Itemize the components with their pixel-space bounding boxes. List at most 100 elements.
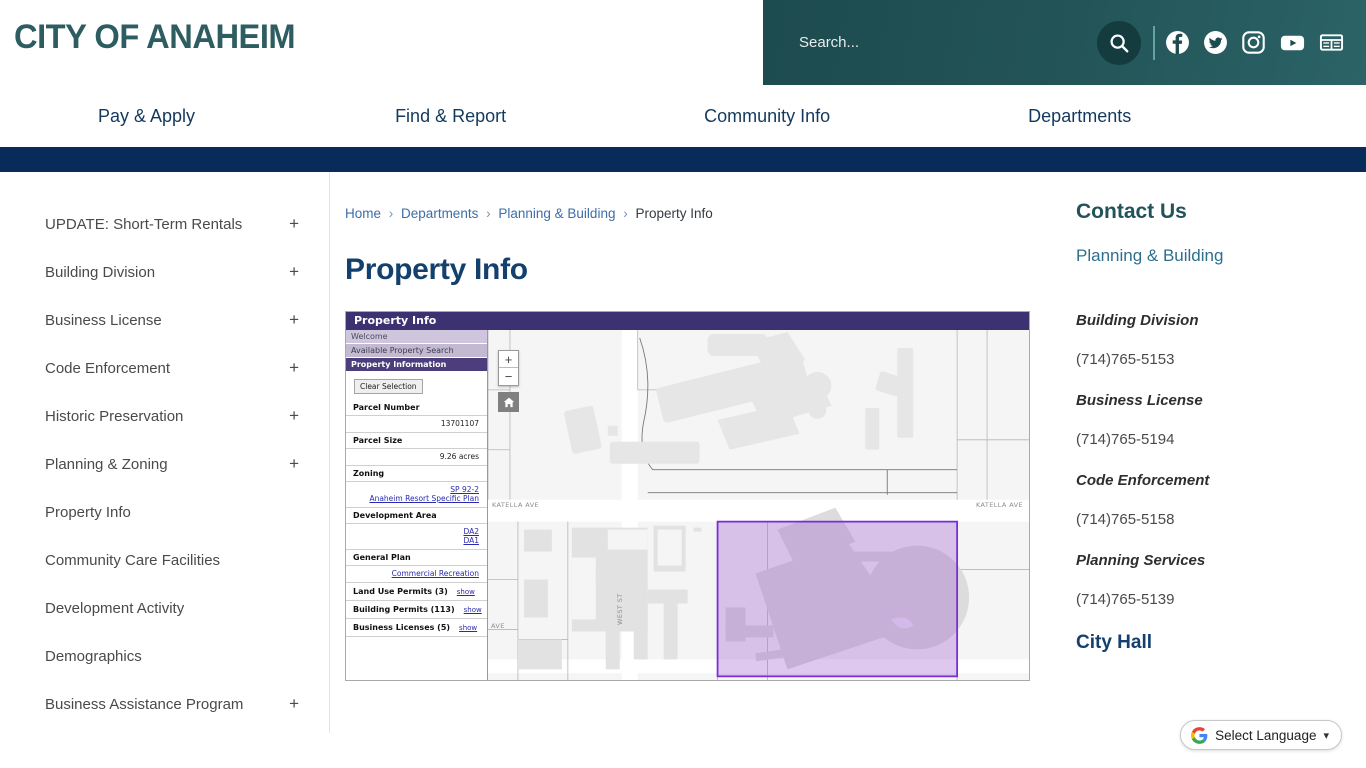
gis-tab-property-information[interactable]: Property Information xyxy=(346,358,487,372)
gis-map-canvas[interactable]: KATELLA AVE KATELLA AVE WEST ST AVE + − xyxy=(488,330,1029,680)
building-permits-row: Building Permits (113) show xyxy=(346,601,487,619)
instagram-link[interactable] xyxy=(1241,30,1266,55)
street-label-katella-ave-right: KATELLA AVE xyxy=(975,501,1023,509)
expand-plus-icon[interactable]: + xyxy=(289,358,313,378)
breadcrumb-home[interactable]: Home xyxy=(345,206,381,221)
parcel-size-label: Parcel Size xyxy=(346,433,487,449)
breadcrumb-separator: › xyxy=(388,206,394,221)
contact-business-license-label: Business License xyxy=(1076,392,1203,409)
twitter-icon xyxy=(1204,31,1227,54)
expand-plus-icon[interactable]: + xyxy=(289,310,313,330)
twitter-link[interactable] xyxy=(1203,30,1228,55)
zoom-in-button[interactable]: + xyxy=(499,351,518,368)
page-body: UPDATE: Short-Term Rentals + Building Di… xyxy=(0,172,1366,733)
language-selector[interactable]: Select Language ▾ xyxy=(1180,720,1342,750)
chevron-down-icon[interactable]: ▾ xyxy=(1323,729,1329,742)
sidebar-item-demographics[interactable]: Demographics xyxy=(0,632,329,680)
nav-item-departments[interactable]: Departments xyxy=(1028,106,1131,127)
business-licenses-label: Business Licenses (5) xyxy=(353,623,451,632)
street-label-ave: AVE xyxy=(491,622,505,630)
gis-info-panel: Welcome Available Property Search Proper… xyxy=(346,330,488,680)
building-permits-show-link[interactable]: show xyxy=(464,606,482,614)
contact-building-division-phone: (714)765-5153 xyxy=(1076,351,1175,368)
zoning-code-link[interactable]: SP 92-2 xyxy=(346,485,479,494)
facebook-link[interactable] xyxy=(1165,30,1190,55)
land-use-permits-label: Land Use Permits (3) xyxy=(353,587,448,596)
land-use-permits-show-link[interactable]: show xyxy=(457,588,475,596)
sidebar-item-label: Property Info xyxy=(45,503,131,521)
home-icon xyxy=(503,397,514,407)
expand-plus-icon[interactable]: + xyxy=(289,694,313,714)
land-use-permits-row: Land Use Permits (3) show xyxy=(346,583,487,601)
sidebar-item-code-enforcement[interactable]: Code Enforcement + xyxy=(0,344,329,392)
breadcrumb-current: Property Info xyxy=(635,206,713,221)
sidebar-item-historic-preservation[interactable]: Historic Preservation + xyxy=(0,392,329,440)
map-home-button[interactable] xyxy=(498,392,519,412)
property-info-gis-widget[interactable]: Property Info Welcome Available Property… xyxy=(345,311,1030,681)
contact-code-enforcement-phone: (714)765-5158 xyxy=(1076,511,1175,528)
parcel-size-value: 9.26 acres xyxy=(346,449,487,466)
nav-item-find-report[interactable]: Find & Report xyxy=(395,106,506,127)
zoning-value: SP 92-2 Anaheim Resort Specific Plan xyxy=(346,482,487,508)
street-label-west-st: WEST ST xyxy=(616,593,624,625)
sidebar-item-label: Business License xyxy=(45,311,162,329)
sidebar-item-planning-zoning[interactable]: Planning & Zoning + xyxy=(0,440,329,488)
nav-accent-bar xyxy=(0,147,1366,172)
expand-plus-icon[interactable]: + xyxy=(289,214,313,234)
breadcrumb-departments[interactable]: Departments xyxy=(401,206,478,221)
sidebar-item-building-division[interactable]: Building Division + xyxy=(0,248,329,296)
sidebar-item-label: Code Enforcement xyxy=(45,359,171,377)
sidebar-item-business-assistance-program[interactable]: Business Assistance Program + xyxy=(0,680,329,728)
sidebar-item-business-license[interactable]: Business License + xyxy=(0,296,329,344)
logo-text: CITY OF ANAHEIM xyxy=(14,18,296,56)
contact-department-link[interactable]: Planning & Building xyxy=(1076,246,1346,266)
city-hall-heading: City Hall xyxy=(1076,632,1153,653)
development-area-link-da1[interactable]: DA1 xyxy=(346,536,479,545)
sidebar-item-community-care-facilities[interactable]: Community Care Facilities xyxy=(0,536,329,584)
sidebar-item-label: Demographics xyxy=(45,647,142,665)
business-licenses-show-link[interactable]: show xyxy=(459,624,477,632)
search-button[interactable] xyxy=(1097,20,1141,65)
google-g-icon xyxy=(1191,726,1208,744)
instagram-icon xyxy=(1242,31,1265,54)
zoning-plan-link[interactable]: Anaheim Resort Specific Plan xyxy=(346,494,479,503)
newsletter-icon xyxy=(1319,34,1344,51)
site-logo[interactable]: CITY OF ANAHEIM xyxy=(0,0,307,57)
sidebar-item-property-info[interactable]: Property Info xyxy=(0,488,329,536)
contact-us-title: Contact Us xyxy=(1076,200,1187,223)
parcel-number-value: 13701107 xyxy=(346,416,487,433)
nav-item-pay-apply[interactable]: Pay & Apply xyxy=(98,106,195,127)
search-box xyxy=(763,33,1097,52)
sidebar-item-development-activity[interactable]: Development Activity xyxy=(0,584,329,632)
clear-selection-button[interactable]: Clear Selection xyxy=(354,379,423,394)
header-search-social-bar xyxy=(763,0,1366,85)
contact-business-license-phone: (714)765-5194 xyxy=(1076,431,1175,448)
sidebar-item-short-term-rentals[interactable]: UPDATE: Short-Term Rentals + xyxy=(0,200,329,248)
gis-tab-available-property-search[interactable]: Available Property Search xyxy=(346,344,487,358)
sidebar-item-label: Planning & Zoning xyxy=(45,455,168,473)
nav-item-community-info[interactable]: Community Info xyxy=(704,106,830,127)
search-icon xyxy=(1110,33,1129,52)
sidebar-item-label: Community Care Facilities xyxy=(45,551,221,569)
parcel-number-label: Parcel Number xyxy=(346,400,487,416)
contact-planning-services-label: Planning Services xyxy=(1076,552,1206,569)
sidebar-item-label: Historic Preservation xyxy=(45,407,184,425)
zoom-out-button[interactable]: − xyxy=(499,368,518,385)
gis-tab-welcome[interactable]: Welcome xyxy=(346,330,487,344)
search-input[interactable] xyxy=(799,33,1019,51)
youtube-link[interactable] xyxy=(1279,30,1306,55)
expand-plus-icon[interactable]: + xyxy=(289,406,313,426)
breadcrumb-planning-building[interactable]: Planning & Building xyxy=(498,206,615,221)
expand-plus-icon[interactable]: + xyxy=(289,262,313,282)
business-licenses-row: Business Licenses (5) show xyxy=(346,619,487,637)
development-area-link-da2[interactable]: DA2 xyxy=(346,527,479,536)
street-label-katella-ave-left: KATELLA AVE xyxy=(492,501,540,509)
map-graphics xyxy=(488,330,1029,680)
newsletter-link[interactable] xyxy=(1319,31,1344,54)
general-plan-value: Commercial Recreation xyxy=(346,566,487,583)
general-plan-label: General Plan xyxy=(346,550,487,566)
expand-plus-icon[interactable]: + xyxy=(289,454,313,474)
general-plan-link[interactable]: Commercial Recreation xyxy=(346,569,479,578)
zoom-control-group: + − xyxy=(498,350,519,386)
site-header: CITY OF ANAHEIM xyxy=(0,0,1366,85)
